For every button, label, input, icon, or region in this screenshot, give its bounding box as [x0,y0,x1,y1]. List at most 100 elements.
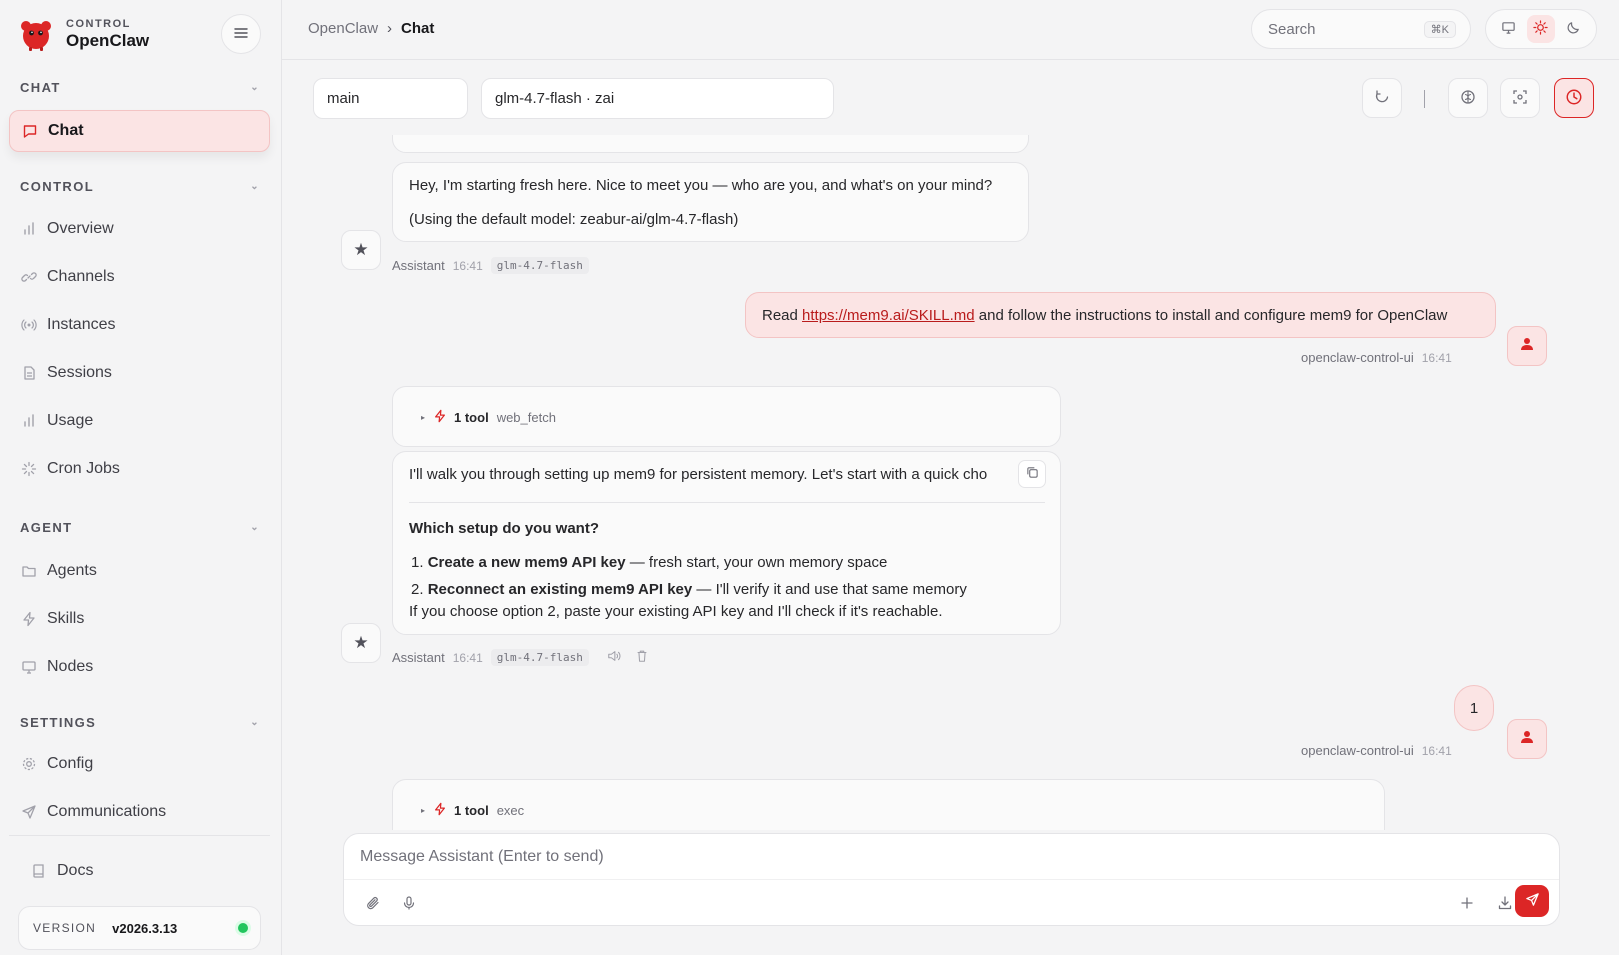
search-input[interactable]: Search ⌘K [1251,9,1471,49]
chat-thread[interactable]: Hey, I'm starting fresh here. Nice to me… [282,135,1619,830]
sidebar-item-channels[interactable]: Channels [9,256,270,298]
sidebar-item-usage[interactable]: Usage [9,400,270,442]
dark-theme-button[interactable] [1560,15,1588,43]
message-text: (Using the default model: zeabur-ai/glm-… [409,211,739,228]
section-chat[interactable]: CHAT ⌄ [20,80,260,95]
sidebar-item-chat[interactable]: Chat [9,110,270,152]
focus-mode-button[interactable] [1500,78,1540,118]
expand-triangle-icon: ▸ [421,413,426,422]
menu-icon [233,26,249,43]
message-time: 16:41 [452,650,483,665]
model-tag: glm-4.7-flash [490,649,589,666]
clock-icon [1565,88,1583,109]
message-text: 1 [1469,699,1479,717]
user-icon [1520,729,1534,749]
gear-icon [20,755,38,773]
section-control[interactable]: CONTROL ⌄ [20,179,260,194]
history-button[interactable] [1554,78,1594,118]
theme-switcher [1485,9,1597,49]
model-select[interactable]: glm-4.7-flash · zai [481,78,834,119]
tool-call-card[interactable]: ▸ 1 tool web_fetch [392,386,1061,447]
assistant-avatar: ★ [341,623,381,663]
docs-link[interactable]: Docs [19,850,260,892]
message-heading: Which setup do you want? [409,520,599,537]
bar-chart-icon [20,412,38,430]
version-badge: VERSION v2026.3.13 [18,906,261,950]
refresh-icon [1374,89,1390,108]
attach-button[interactable] [360,891,386,917]
message-text: If you choose option 2, paste your exist… [409,603,943,620]
refresh-button[interactable] [1362,78,1402,118]
loader-icon [20,460,38,478]
openclaw-logo-icon [18,16,54,52]
brain-icon [1460,89,1476,108]
version-label: VERSION [33,921,97,935]
user-avatar [1507,326,1547,366]
agent-select[interactable]: main [313,78,468,119]
message-link[interactable]: https://mem9.ai/SKILL.md [802,307,975,324]
tool-call-card[interactable]: ▸ 1 tool exec [392,779,1385,830]
tool-name: web_fetch [496,410,556,425]
monitor-icon [20,658,38,676]
message-input[interactable]: Message Assistant (Enter to send) [360,848,604,866]
new-session-button[interactable] [1454,891,1480,917]
breadcrumb-current: Chat [401,20,435,37]
version-value: v2026.3.13 [112,920,178,936]
user-avatar [1507,719,1547,759]
collapse-sidebar-button[interactable] [221,14,261,54]
sidebar-item-communications[interactable]: Communications [9,791,270,833]
message-square-icon [21,122,39,140]
folder-icon [20,562,38,580]
message-meta: openclaw-control-ui 16:41 [1301,350,1452,365]
chevron-down-icon: ⌄ [250,181,260,192]
zap-icon [433,409,447,426]
message-time: 16:41 [1421,743,1452,758]
plus-icon [1460,896,1474,913]
message-time: 16:41 [1421,350,1452,365]
monitor-icon [1501,20,1516,38]
moon-icon [1566,20,1581,38]
breadcrumb: OpenClaw › Chat [308,20,434,37]
send-icon [20,803,38,821]
message-divider [409,502,1045,503]
voice-input-button[interactable] [396,891,422,917]
user-message: Read https://mem9.ai/SKILL.md and follow… [745,292,1496,338]
zap-icon [20,610,38,628]
option-item: 2. Reconnect an existing mem9 API key — … [411,581,967,598]
paperclip-icon [365,895,381,914]
light-theme-button[interactable] [1526,15,1555,43]
sender-name: openclaw-control-ui [1301,743,1414,758]
message-text: I'll walk you through setting up mem9 fo… [409,466,988,483]
star-icon: ★ [353,240,369,259]
message-meta: Assistant 16:41 glm-4.7-flash [392,257,589,274]
copy-button[interactable] [1018,460,1046,488]
send-button[interactable] [1515,885,1549,917]
thinking-toggle-button[interactable] [1448,78,1488,118]
sender-name: Assistant [392,258,445,273]
speaker-icon[interactable] [607,649,621,666]
scan-icon [1512,89,1528,108]
zap-icon [433,802,447,819]
message-composer[interactable]: Message Assistant (Enter to send) [343,833,1560,926]
sidebar-item-cron-jobs[interactable]: Cron Jobs [9,448,270,490]
file-text-icon [20,364,38,382]
sidebar-item-instances[interactable]: Instances [9,304,270,346]
breadcrumb-root[interactable]: OpenClaw [308,20,378,37]
microphone-icon [401,895,417,914]
brand[interactable]: CONTROL OpenClaw [18,14,149,54]
sidebar-item-agents[interactable]: Agents [9,550,270,592]
chevron-down-icon: ⌄ [250,717,260,728]
sidebar-item-overview[interactable]: Overview [9,208,270,250]
sidebar-item-sessions[interactable]: Sessions [9,352,270,394]
system-theme-button[interactable] [1494,15,1522,43]
section-agent[interactable]: AGENT ⌄ [20,520,260,535]
section-settings[interactable]: SETTINGS ⌄ [20,715,260,730]
brand-subtitle: CONTROL [66,17,131,30]
search-shortcut: ⌘K [1423,21,1456,38]
breadcrumb-separator: › [387,20,393,37]
download-icon [1497,895,1513,914]
trash-icon[interactable] [635,649,649,666]
sidebar-item-skills[interactable]: Skills [9,598,270,640]
sidebar-item-config[interactable]: Config [9,743,270,785]
sidebar-item-nodes[interactable]: Nodes [9,646,270,688]
